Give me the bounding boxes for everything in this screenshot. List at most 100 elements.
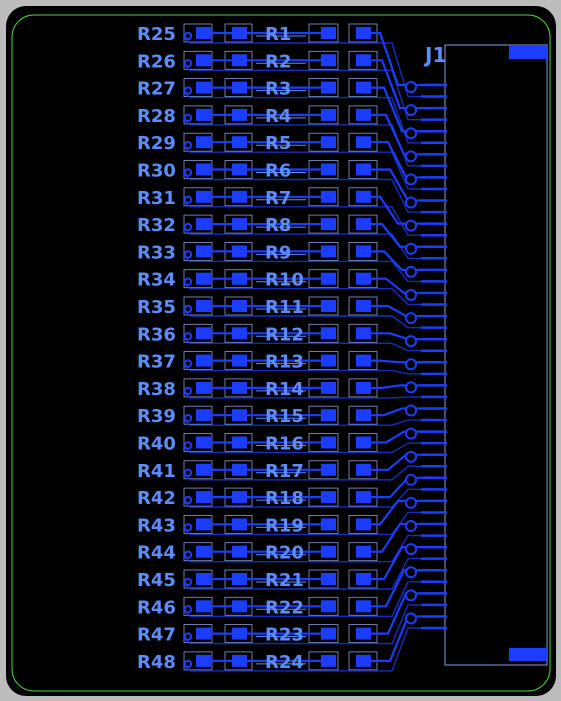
resistor-pad[interactable] (356, 300, 371, 312)
resistor-pad[interactable] (196, 573, 211, 585)
resistor-pad[interactable] (196, 54, 211, 67)
resistor-pad[interactable] (356, 218, 371, 231)
resistor-pad[interactable] (321, 600, 336, 613)
resistor-pad[interactable] (232, 327, 247, 340)
resistor-pad[interactable] (321, 27, 336, 39)
resistor-pad[interactable] (321, 627, 336, 640)
resistor-pad[interactable] (321, 354, 336, 367)
resistor-pad[interactable] (232, 190, 247, 203)
resistor-pad[interactable] (232, 409, 247, 422)
resistor-pad[interactable] (196, 654, 211, 667)
resistor-pad[interactable] (196, 218, 211, 231)
resistor-pad[interactable] (196, 81, 211, 94)
resistor-pad[interactable] (232, 354, 247, 367)
resistor-pad[interactable] (232, 545, 247, 558)
resistor-pad[interactable] (321, 409, 336, 422)
resistor-pad[interactable] (196, 300, 211, 312)
resistor-pad[interactable] (321, 108, 336, 121)
resistor-pad[interactable] (232, 136, 247, 149)
connector-mount-pad-bottom[interactable] (509, 648, 547, 661)
resistor-pad[interactable] (356, 545, 371, 558)
right-resistor-label: R19 (265, 515, 304, 536)
resistor-pad[interactable] (321, 518, 336, 531)
resistor-pad[interactable] (356, 81, 371, 94)
resistor-pad[interactable] (356, 54, 371, 67)
left-resistor-label: R42 (137, 488, 176, 509)
resistor-pad[interactable] (356, 108, 371, 121)
resistor-pad[interactable] (196, 327, 211, 340)
resistor-pad[interactable] (356, 381, 371, 394)
resistor-pad[interactable] (196, 545, 211, 558)
resistor-pad[interactable] (356, 354, 371, 367)
resistor-pad[interactable] (321, 272, 336, 285)
resistor-pad[interactable] (232, 300, 247, 312)
resistor-pad[interactable] (321, 245, 336, 258)
resistor-pad[interactable] (196, 245, 211, 258)
resistor-pad[interactable] (356, 518, 371, 531)
resistor-pad[interactable] (196, 354, 211, 367)
resistor-pad[interactable] (321, 573, 336, 585)
resistor-pad[interactable] (232, 245, 247, 258)
resistor-pad[interactable] (356, 654, 371, 667)
resistor-pad[interactable] (356, 491, 371, 504)
resistor-pad[interactable] (321, 491, 336, 504)
resistor-pad[interactable] (321, 163, 336, 176)
resistor-pad[interactable] (356, 600, 371, 613)
resistor-pad[interactable] (232, 218, 247, 231)
resistor-pad[interactable] (321, 463, 336, 476)
resistor-pad[interactable] (232, 463, 247, 476)
resistor-pad[interactable] (356, 463, 371, 476)
resistor-pad[interactable] (356, 436, 371, 449)
resistor-pad[interactable] (356, 627, 371, 640)
resistor-pad[interactable] (196, 409, 211, 422)
resistor-pad[interactable] (196, 600, 211, 613)
resistor-pad[interactable] (321, 218, 336, 231)
resistor-pad[interactable] (321, 436, 336, 449)
resistor-pad[interactable] (321, 190, 336, 203)
resistor-pad[interactable] (232, 518, 247, 531)
resistor-pad[interactable] (321, 654, 336, 667)
resistor-pad[interactable] (232, 163, 247, 176)
connector-mount-pad-top[interactable] (509, 46, 547, 59)
resistor-pad[interactable] (232, 491, 247, 504)
resistor-pad[interactable] (232, 627, 247, 640)
resistor-pad[interactable] (232, 108, 247, 121)
resistor-pad[interactable] (356, 163, 371, 176)
resistor-pad[interactable] (232, 27, 247, 39)
resistor-pad[interactable] (356, 190, 371, 203)
resistor-pad[interactable] (196, 27, 211, 39)
resistor-pad[interactable] (356, 573, 371, 585)
resistor-pad[interactable] (232, 654, 247, 667)
resistor-pad[interactable] (196, 491, 211, 504)
resistor-pad[interactable] (232, 573, 247, 585)
resistor-pad[interactable] (232, 272, 247, 285)
resistor-pad[interactable] (321, 327, 336, 340)
resistor-pad[interactable] (356, 409, 371, 422)
resistor-pad[interactable] (356, 136, 371, 149)
resistor-pad[interactable] (356, 27, 371, 39)
resistor-pad[interactable] (196, 272, 211, 285)
resistor-pad[interactable] (196, 627, 211, 640)
resistor-pad[interactable] (232, 381, 247, 394)
resistor-pad[interactable] (356, 272, 371, 285)
resistor-pad[interactable] (196, 163, 211, 176)
resistor-pad[interactable] (321, 381, 336, 394)
resistor-pad[interactable] (196, 190, 211, 203)
resistor-pad[interactable] (321, 54, 336, 67)
resistor-pad[interactable] (232, 436, 247, 449)
resistor-pad[interactable] (321, 300, 336, 312)
resistor-pad[interactable] (196, 436, 211, 449)
resistor-pad[interactable] (321, 81, 336, 94)
resistor-pad[interactable] (356, 327, 371, 340)
resistor-pad[interactable] (321, 136, 336, 149)
resistor-pad[interactable] (356, 245, 371, 258)
resistor-pad[interactable] (232, 600, 247, 613)
resistor-pad[interactable] (232, 81, 247, 94)
resistor-pad[interactable] (196, 108, 211, 121)
resistor-pad[interactable] (196, 381, 211, 394)
resistor-pad[interactable] (321, 545, 336, 558)
resistor-pad[interactable] (196, 518, 211, 531)
resistor-pad[interactable] (196, 463, 211, 476)
resistor-pad[interactable] (196, 136, 211, 149)
resistor-pad[interactable] (232, 54, 247, 67)
